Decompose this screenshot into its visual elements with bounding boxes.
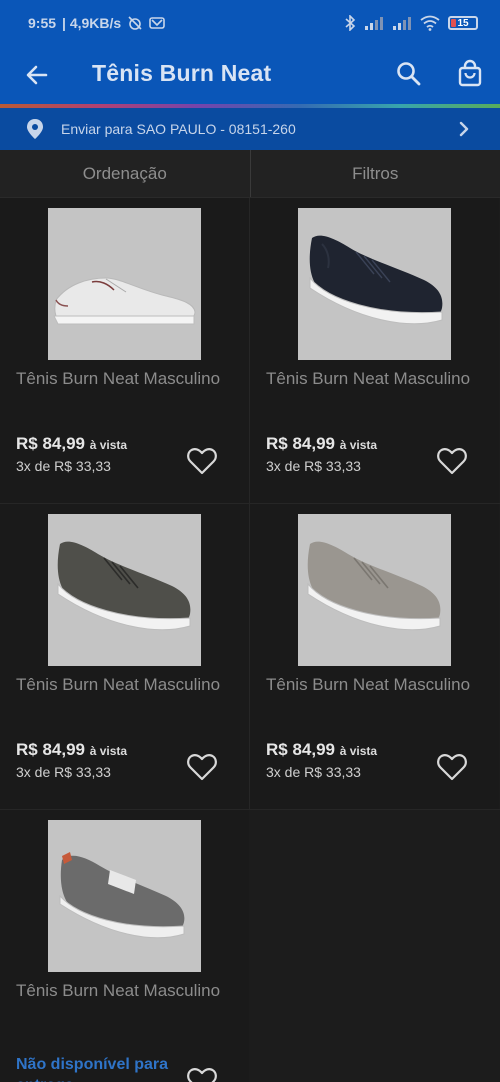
heart-icon[interactable] <box>186 752 218 782</box>
product-price: R$ 84,99 à vista <box>266 434 377 454</box>
product-card[interactable]: Tênis Burn Neat Masculino R$ 84,99 à vis… <box>0 504 249 809</box>
back-arrow-icon[interactable] <box>22 60 52 90</box>
app-bar: Tênis Burn Neat <box>0 46 500 104</box>
location-pin-icon <box>27 119 43 139</box>
sneaker-white-image <box>53 277 196 325</box>
page-title: Tênis Burn Neat <box>92 60 272 86</box>
product-price: R$ 84,99 à vista <box>16 434 127 454</box>
sneaker-gray-image <box>59 852 185 939</box>
sort-button[interactable]: Ordenação <box>0 150 250 197</box>
product-card[interactable]: Tênis Burn Neat Masculino Não disponível… <box>0 810 249 1082</box>
shipping-address-label: Enviar para SAO PAULO - 08151-260 <box>61 121 296 137</box>
product-image[interactable] <box>298 514 451 666</box>
divider <box>249 198 250 810</box>
heart-icon[interactable] <box>436 446 468 476</box>
unavailable-label: Não disponível para entrega <box>16 1056 169 1082</box>
wifi-icon <box>420 15 440 31</box>
shopping-bag-icon[interactable] <box>455 59 485 89</box>
status-speed: | 4,9KB/s <box>62 15 122 31</box>
price-suffix: à vista <box>339 744 378 758</box>
bluetooth-icon <box>345 15 356 31</box>
price-value: R$ 84,99 <box>16 740 85 759</box>
price-value: R$ 84,99 <box>266 434 335 453</box>
heart-icon[interactable] <box>186 446 218 476</box>
sort-filter-bar: Ordenação Filtros <box>0 150 500 198</box>
battery-level: 15 <box>457 17 469 29</box>
divider <box>0 503 500 504</box>
price-suffix: à vista <box>89 744 128 758</box>
battery-icon: 15 <box>448 16 478 30</box>
product-name[interactable]: Tênis Burn Neat Masculino <box>16 674 226 695</box>
installments: 3x de R$ 33,33 <box>266 458 361 474</box>
product-name[interactable]: Tênis Burn Neat Masculino <box>266 368 476 389</box>
signal-icon <box>365 17 383 30</box>
product-name[interactable]: Tênis Burn Neat Masculino <box>266 674 476 695</box>
product-card[interactable]: Tênis Burn Neat Masculino R$ 84,99 à vis… <box>250 198 499 503</box>
price-suffix: à vista <box>339 438 378 452</box>
sneaker-light-gray-image <box>307 541 441 631</box>
product-card[interactable]: Tênis Burn Neat Masculino R$ 84,99 à vis… <box>250 504 499 809</box>
status-time: 9:55 <box>28 15 57 31</box>
price-suffix: à vista <box>89 438 128 452</box>
installments: 3x de R$ 33,33 <box>266 764 361 780</box>
product-price: R$ 84,99 à vista <box>16 740 127 760</box>
sneaker-navy-image <box>309 235 443 325</box>
price-value: R$ 84,99 <box>16 434 85 453</box>
product-image[interactable] <box>298 208 451 360</box>
heart-icon[interactable] <box>186 1066 218 1082</box>
price-value: R$ 84,99 <box>266 740 335 759</box>
installments: 3x de R$ 33,33 <box>16 458 111 474</box>
divider <box>0 809 500 810</box>
sneaker-dark-gray-image <box>57 541 191 631</box>
chevron-right-icon <box>459 121 469 137</box>
signal-icon-2 <box>393 17 411 30</box>
shipping-address-bar[interactable]: Enviar para SAO PAULO - 08151-260 <box>0 108 500 150</box>
product-price: R$ 84,99 à vista <box>266 740 377 760</box>
search-icon[interactable] <box>394 59 424 89</box>
filter-button[interactable]: Filtros <box>251 150 500 197</box>
installments: 3x de R$ 33,33 <box>16 764 111 780</box>
product-image[interactable] <box>48 514 201 666</box>
product-card[interactable]: Tênis Burn Neat Masculino R$ 84,99 à vis… <box>0 198 249 503</box>
heart-icon[interactable] <box>436 752 468 782</box>
product-image[interactable] <box>48 820 201 972</box>
product-image[interactable] <box>48 208 201 360</box>
product-name[interactable]: Tênis Burn Neat Masculino <box>16 368 226 389</box>
product-name[interactable]: Tênis Burn Neat Masculino <box>16 980 226 1001</box>
alarm-off-icon <box>128 16 142 30</box>
status-bar: 9:55 | 4,9KB/s 15 <box>0 0 500 46</box>
mail-icon <box>149 17 166 29</box>
